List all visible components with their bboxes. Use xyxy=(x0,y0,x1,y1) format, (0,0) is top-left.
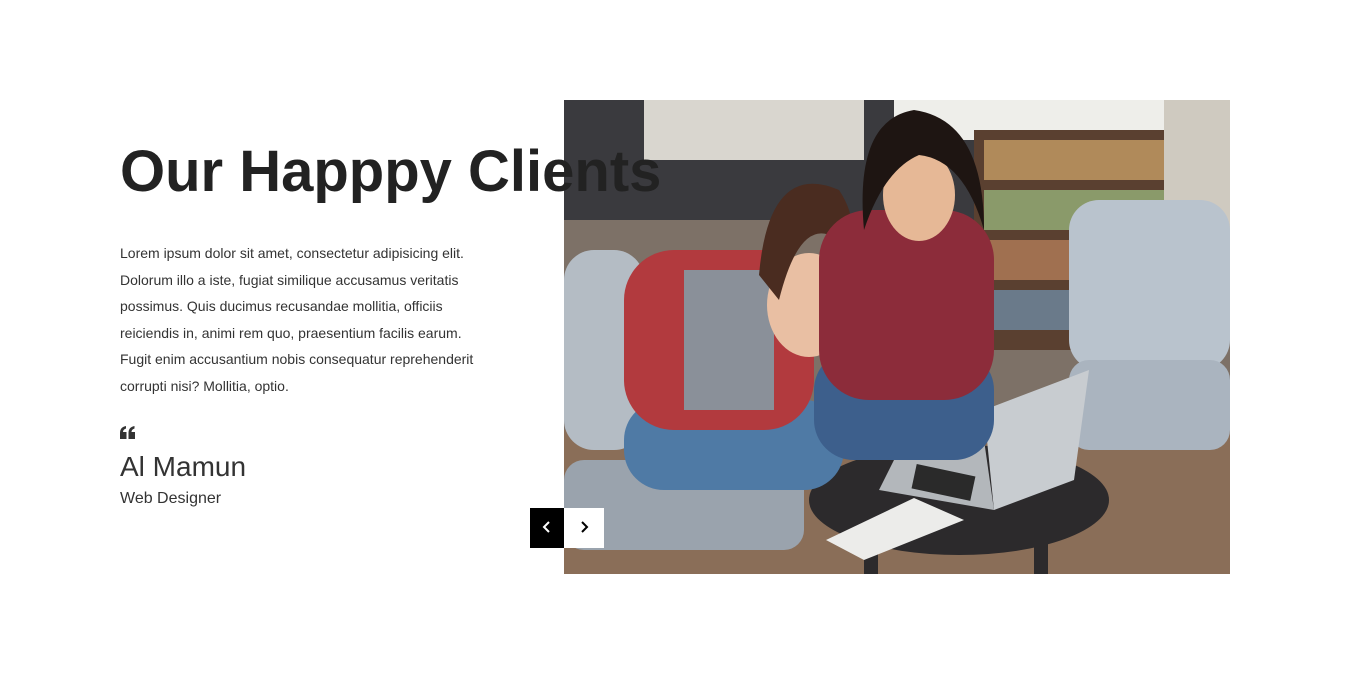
slider-next-button[interactable] xyxy=(564,508,604,548)
section-title: Our Happpy Clients xyxy=(120,139,662,204)
client-name: Al Mamun xyxy=(120,451,247,482)
chevron-left-icon xyxy=(542,520,552,537)
chevron-right-icon xyxy=(579,520,589,537)
slider-prev-button[interactable] xyxy=(530,508,564,548)
testimonial-photo xyxy=(564,100,1230,574)
quote-left-icon xyxy=(120,426,136,440)
section-description: Lorem ipsum dolor sit amet, consectetur … xyxy=(120,245,474,394)
testimonial-section: Our Happpy Clients Lorem ipsum dolor sit… xyxy=(0,0,1349,698)
client-role: Web Designer xyxy=(120,490,222,507)
